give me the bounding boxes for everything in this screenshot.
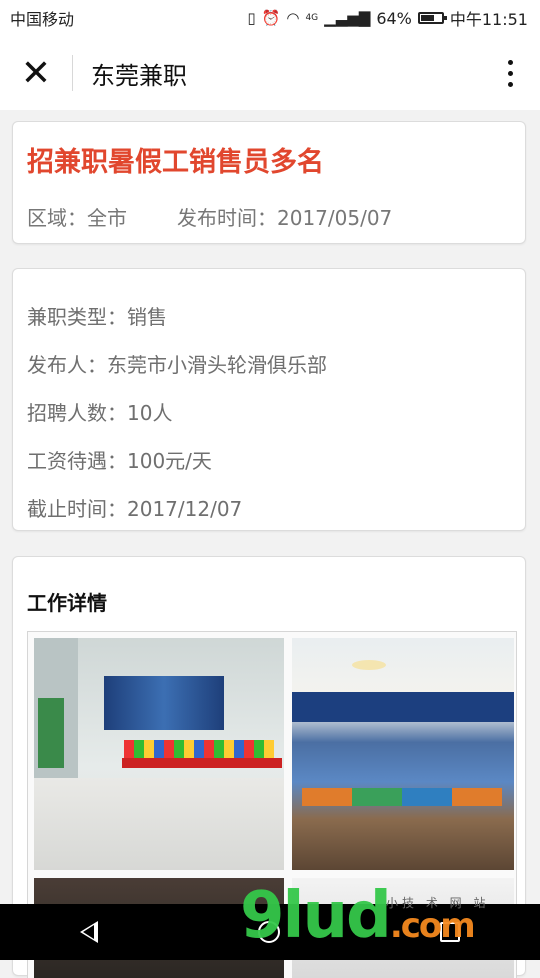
- mall-atrium-photo[interactable]: [34, 638, 284, 870]
- close-icon: ✕: [20, 52, 52, 94]
- status-icons: ▯ ⏰ ◠ 4G ▁▃▅▇ 64% 中午11:51: [247, 6, 540, 30]
- status-bar: 中国移动 ▯ ⏰ ◠ 4G ▁▃▅▇ 64% 中午11:51: [0, 0, 540, 36]
- more-button[interactable]: [480, 36, 540, 110]
- watermark-suffix: .com: [389, 906, 476, 946]
- job-title: 招兼职暑假工销售员多名: [27, 147, 324, 178]
- battery-percent: 64%: [376, 8, 412, 28]
- back-icon[interactable]: [80, 921, 98, 943]
- job-deadline: 截止时间：2017/12/07: [27, 497, 243, 521]
- battery-icon: [417, 12, 447, 24]
- watermark-brand: 9lud: [240, 879, 392, 953]
- job-salary: 工资待遇：100元/天: [27, 449, 212, 473]
- job-area: 区域：全市: [27, 206, 127, 230]
- title-bar: ✕ 东莞兼职: [0, 36, 540, 110]
- clock: 中午11:51: [449, 10, 528, 29]
- alarm-icon: ⏰: [261, 9, 281, 27]
- job-headcount: 招聘人数：10人: [27, 401, 173, 425]
- more-icon: [507, 59, 513, 87]
- job-meta: 区域：全市 发布时间：2017/05/07: [27, 202, 392, 231]
- details-title: 工作详情: [27, 591, 107, 615]
- close-button[interactable]: ✕: [0, 36, 72, 110]
- signal-icon: ▁▃▅▇: [324, 9, 371, 27]
- job-header-card: 招兼职暑假工销售员多名 区域：全市 发布时间：2017/05/07: [12, 121, 526, 244]
- carrier-label: 中国移动: [10, 10, 75, 29]
- network-type-label: 4G: [305, 13, 319, 23]
- wifi-icon: ◠: [286, 9, 300, 27]
- vibrate-icon: ▯: [247, 9, 256, 27]
- battery-fill: [420, 15, 434, 21]
- watermark-subtitle: 小技 术 网 站: [386, 896, 490, 910]
- job-type: 兼职类型：销售: [27, 305, 167, 329]
- page-title: 东莞兼职: [91, 61, 187, 90]
- job-publisher: 发布人：东莞市小滑头轮滑俱乐部: [27, 353, 327, 377]
- roller-club-photo[interactable]: [292, 638, 514, 870]
- job-publish-time: 发布时间：2017/05/07: [177, 206, 393, 230]
- job-info-card: 兼职类型：销售 发布人：东莞市小滑头轮滑俱乐部 招聘人数：10人 工资待遇：10…: [12, 268, 526, 531]
